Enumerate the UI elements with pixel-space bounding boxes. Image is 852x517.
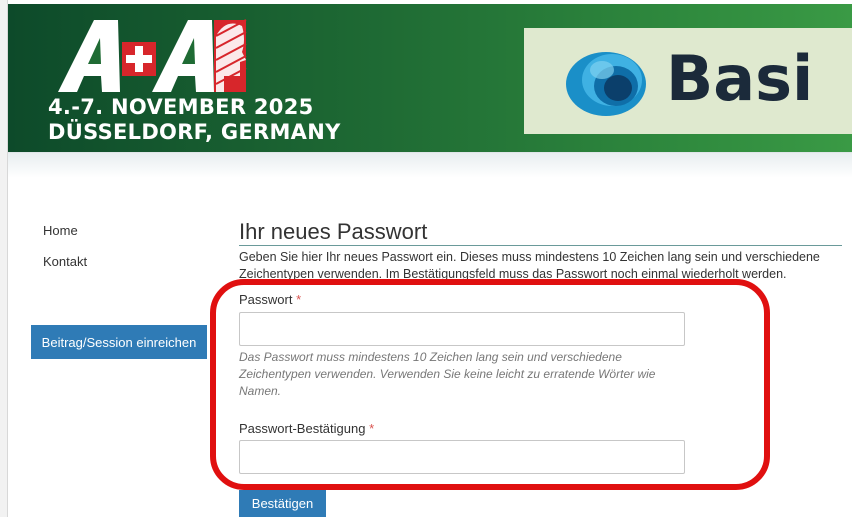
aa-event-logo: [58, 19, 247, 93]
password-confirm-label-text: Passwort-Bestätigung: [239, 421, 366, 436]
sponsor-logo-icon: [566, 52, 646, 116]
event-location: DÜSSELDORF, GERMANY: [48, 120, 341, 144]
intro-text: Geben Sie hier Ihr neues Passwort ein. D…: [239, 250, 820, 281]
nav-kontakt-link[interactable]: Kontakt: [43, 254, 87, 269]
window-edge: [0, 0, 8, 517]
password-label: Passwort *: [239, 292, 301, 307]
password-help-text: Das Passwort muss mindestens 10 Zeichen …: [239, 350, 656, 398]
event-date: 4.-7. NOVEMBER 2025: [48, 95, 314, 119]
header-strip: [8, 152, 852, 178]
nav-home-link[interactable]: Home: [43, 223, 78, 238]
required-mark: *: [296, 292, 302, 307]
password-confirm-input[interactable]: [239, 440, 685, 474]
password-label-text: Passwort: [239, 292, 293, 307]
sponsor-ad[interactable]: Basi: [524, 28, 852, 134]
sponsor-name: Basi: [666, 42, 814, 115]
event-banner: 4.-7. NOVEMBER 2025 DÜSSELDORF, GERMANY …: [8, 4, 852, 152]
submit-session-button[interactable]: Beitrag/Session einreichen: [31, 325, 207, 359]
page-title: Ihr neues Passwort: [239, 219, 428, 244]
required-mark: *: [369, 421, 375, 436]
password-confirm-label: Passwort-Bestätigung *: [239, 421, 374, 436]
title-divider: [239, 245, 842, 246]
password-input[interactable]: [239, 312, 685, 346]
confirm-button[interactable]: Bestätigen: [239, 490, 326, 517]
